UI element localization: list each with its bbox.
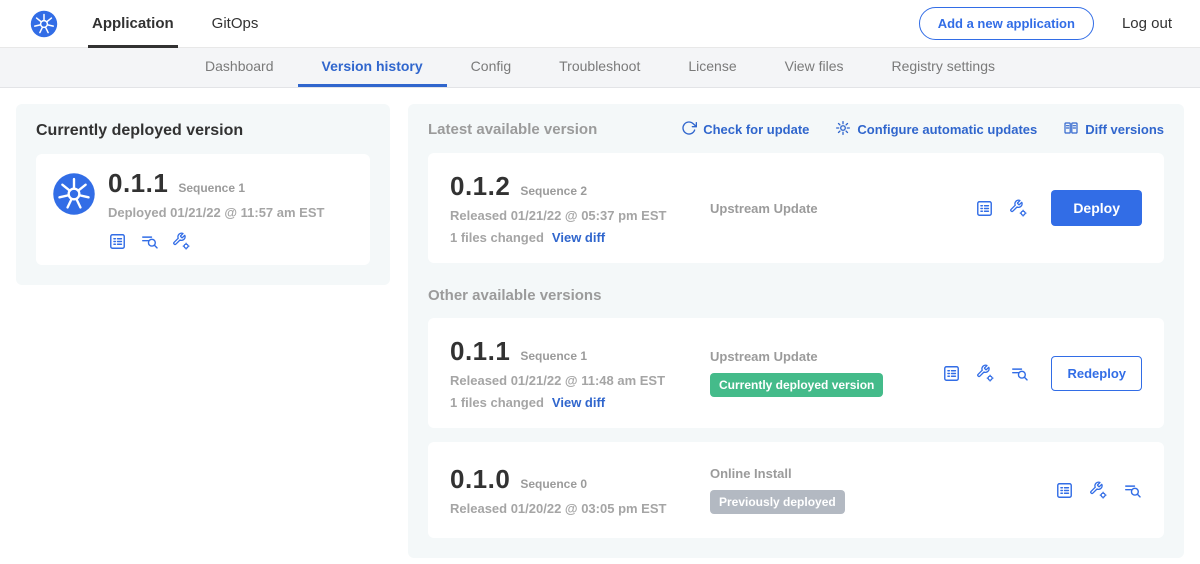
configure-auto-updates-link[interactable]: Configure automatic updates [835,120,1037,139]
version-card-0-1-0: 0.1.0 Sequence 0 Released 01/20/22 @ 03:… [428,442,1164,538]
source-label: Upstream Update [710,349,942,364]
app-logo-icon [52,172,96,216]
other-versions-title: Other available versions [428,287,1164,304]
logout-button[interactable]: Log out [1122,15,1172,32]
status-badge-currently-deployed: Currently deployed version [710,373,883,397]
diff-icon [1063,120,1079,139]
check-for-update-label: Check for update [703,122,809,137]
edit-config-icon[interactable] [172,232,191,251]
deployed-panel-title: Currently deployed version [36,122,370,140]
latest-available-title: Latest available version [428,121,597,138]
subnav-item-dashboard[interactable]: Dashboard [181,48,298,87]
sequence-label: Sequence 0 [520,477,587,491]
deployed-sequence-label: Sequence 1 [178,181,245,195]
edit-config-icon[interactable] [976,364,995,383]
released-label: Released 01/21/22 @ 11:48 am EST [450,373,702,388]
app-subnav: Dashboard Version history Config Trouble… [0,48,1200,88]
diff-versions-link[interactable]: Diff versions [1063,120,1164,139]
edit-config-icon[interactable] [1009,199,1028,218]
diff-versions-label: Diff versions [1085,122,1164,137]
view-files-icon[interactable] [1010,364,1029,383]
auto-update-gear-icon [835,120,851,139]
release-notes-icon[interactable] [975,199,994,218]
version-card-latest: 0.1.2 Sequence 2 Released 01/21/22 @ 05:… [428,153,1164,263]
deployed-version-label: 0.1.1 [108,168,168,199]
released-label: Released 01/20/22 @ 03:05 pm EST [450,501,702,516]
tab-gitops[interactable]: GitOps [212,0,259,48]
files-changed-label: 1 files changed [450,395,544,410]
released-label: Released 01/21/22 @ 05:37 pm EST [450,208,702,223]
subnav-item-version-history[interactable]: Version history [298,48,447,87]
sequence-label: Sequence 2 [520,184,587,198]
view-files-icon[interactable] [140,232,159,251]
main-content: Currently deployed version [0,88,1200,564]
add-application-button[interactable]: Add a new application [919,7,1094,40]
kubernetes-logo-icon [30,10,58,38]
view-files-icon[interactable] [1123,481,1142,500]
check-for-update-link[interactable]: Check for update [681,120,809,139]
available-versions-panel: Latest available version Check for updat… [408,104,1184,558]
release-notes-icon[interactable] [108,232,127,251]
version-label: 0.1.1 [450,336,510,367]
version-card-0-1-1: 0.1.1 Sequence 1 Released 01/21/22 @ 11:… [428,318,1164,428]
status-badge-previously-deployed: Previously deployed [710,490,845,514]
subnav-item-view-files[interactable]: View files [761,48,868,87]
sequence-label: Sequence 1 [520,349,587,363]
subnav-item-config[interactable]: Config [447,48,535,87]
deploy-button[interactable]: Deploy [1051,190,1142,226]
deployed-date-label: Deployed 01/21/22 @ 11:57 am EST [108,205,324,220]
configure-auto-updates-label: Configure automatic updates [857,122,1037,137]
redeploy-button[interactable]: Redeploy [1051,356,1142,391]
files-changed-label: 1 files changed [450,230,544,245]
source-label: Online Install [710,466,1055,481]
view-diff-link[interactable]: View diff [552,230,605,245]
version-label: 0.1.0 [450,464,510,495]
tab-application[interactable]: Application [92,0,174,48]
source-label: Upstream Update [710,201,975,216]
deployed-version-card: 0.1.1 Sequence 1 Deployed 01/21/22 @ 11:… [36,154,370,265]
refresh-icon [681,120,697,139]
release-notes-icon[interactable] [1055,481,1074,500]
view-diff-link[interactable]: View diff [552,395,605,410]
release-notes-icon[interactable] [942,364,961,383]
edit-config-icon[interactable] [1089,481,1108,500]
version-label: 0.1.2 [450,171,510,202]
currently-deployed-panel: Currently deployed version [16,104,390,285]
top-bar: Application GitOps Add a new application… [0,0,1200,48]
subnav-item-troubleshoot[interactable]: Troubleshoot [535,48,664,87]
subnav-item-license[interactable]: License [664,48,760,87]
subnav-item-registry-settings[interactable]: Registry settings [868,48,1019,87]
